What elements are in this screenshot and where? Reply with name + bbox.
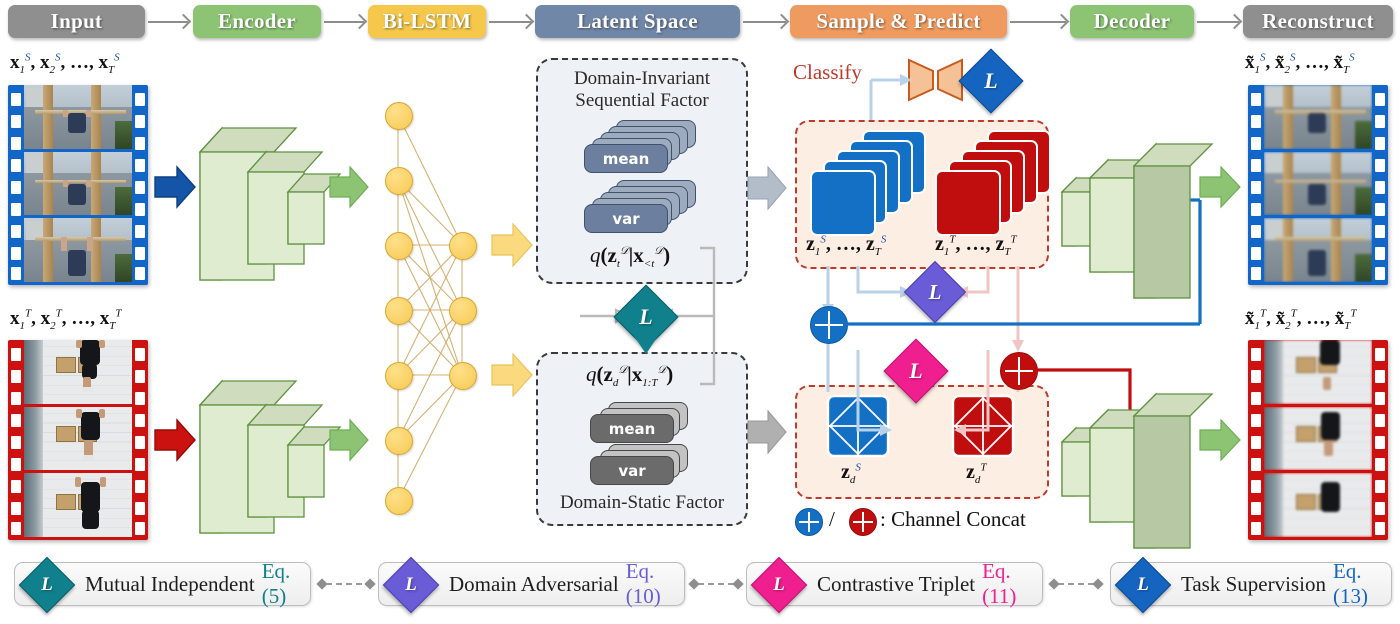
sprocket-holes-right <box>1372 340 1388 540</box>
concat-legend-blue-icon <box>795 508 823 536</box>
sprocket-holes-left <box>1248 340 1264 540</box>
legend-mutual-independent[interactable]: L Mutual Independent Eq. (5) <box>14 556 311 614</box>
loss-symbol: L <box>773 574 785 595</box>
legend-connector <box>1058 583 1096 585</box>
legend-connector <box>326 583 368 585</box>
legend-equation: Eq. (5) <box>261 559 291 608</box>
loss-symbol: L <box>405 574 417 595</box>
legend-connector <box>698 583 736 585</box>
concat-legend-red-icon <box>849 508 877 536</box>
video-frame <box>1264 85 1372 152</box>
legend-equation: Eq. (11) <box>982 559 1017 608</box>
video-frame <box>1264 218 1372 285</box>
loss-diamond-icon: L <box>1114 556 1172 614</box>
loss-diamond-icon: L <box>750 556 808 614</box>
legend-contrastive-triplet[interactable]: L Contrastive Triplet Eq. (11) <box>746 556 1043 614</box>
decoder-to-output-arrow-source <box>1199 165 1241 209</box>
legend-label: Domain Adversarial <box>449 571 619 596</box>
concat-legend-text: : Channel Concat <box>880 507 1026 531</box>
legend-domain-adversarial[interactable]: L Domain Adversarial Eq. (10) <box>378 556 685 614</box>
target-output-filmstrip <box>1248 340 1388 540</box>
loss-symbol: L <box>41 574 53 595</box>
legend-label: Contrastive Triplet <box>817 571 976 596</box>
legend-label: Task Supervision <box>1181 571 1326 596</box>
source-output-filmstrip <box>1248 85 1388 285</box>
sprocket-holes-left <box>1248 85 1264 285</box>
loss-diamond-icon: L <box>382 556 440 614</box>
loss-diamond-icon: L <box>18 556 76 614</box>
legend-equation: Eq. (13) <box>1332 559 1368 608</box>
legend-task-supervision[interactable]: L Task Supervision Eq. (13) <box>1110 556 1392 614</box>
video-frame <box>1264 473 1372 540</box>
video-frame <box>1264 406 1372 474</box>
legend-equation: Eq. (10) <box>625 559 661 608</box>
sprocket-holes-right <box>1372 85 1388 285</box>
loss-symbol: L <box>1137 574 1149 595</box>
video-frame <box>1264 151 1372 219</box>
decoder-to-output-arrow-target <box>1199 418 1241 462</box>
concat-legend-separator: / <box>829 507 835 531</box>
video-frame <box>1264 340 1372 407</box>
legend-label: Mutual Independent <box>85 571 255 596</box>
